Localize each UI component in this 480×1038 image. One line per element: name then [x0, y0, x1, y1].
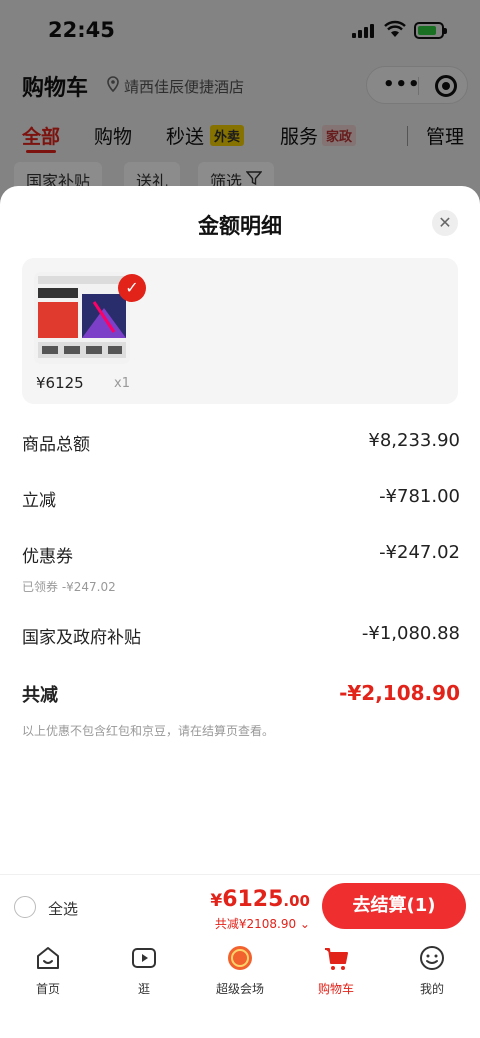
- row-value: -¥781.00: [379, 486, 460, 507]
- row-value: -¥2,108.90: [339, 681, 460, 705]
- row-label: 商品总额: [22, 435, 90, 455]
- tabbar-label: 首页: [35, 982, 60, 996]
- row-label: 国家及政府补贴: [22, 628, 141, 648]
- checkout-button[interactable]: 去结算(1): [322, 883, 466, 929]
- checkout-bar: 全选 ¥6125.00 共减¥2108.90 ⌄ 去结算(1): [0, 874, 480, 936]
- close-icon[interactable]: ✕: [432, 210, 458, 236]
- tv-product-image: [34, 272, 130, 364]
- tabbar-label: 购物车: [317, 982, 354, 996]
- select-all-label[interactable]: 全选: [48, 898, 78, 919]
- tabbar-item-profile[interactable]: 我的: [384, 944, 480, 997]
- product-quantity: x1: [114, 376, 130, 391]
- discount-note: 以上优惠不包含红包和京豆，请在结算页查看。: [22, 724, 275, 738]
- row-label: 立减: [22, 491, 56, 511]
- super-venue-icon: [228, 946, 252, 970]
- profile-icon: [420, 946, 444, 970]
- tabbar-label: 我的: [419, 982, 444, 996]
- row-sub: 已领券 -¥247.02: [22, 580, 116, 594]
- total-price: ¥6125.00: [210, 887, 310, 912]
- product-card: ✓ ¥6125 x1: [22, 258, 458, 404]
- video-icon: [132, 948, 156, 968]
- row-label: 优惠券: [22, 547, 73, 567]
- cart-icon: [325, 948, 348, 970]
- home-icon: [37, 947, 59, 969]
- product-thumbnail[interactable]: [34, 272, 130, 364]
- selected-check-icon: ✓: [118, 274, 146, 302]
- tabbar-label: 逛: [137, 982, 150, 996]
- tabbar-item-home[interactable]: 首页: [0, 944, 96, 997]
- row-label: 共减: [22, 685, 58, 706]
- row-value: ¥8,233.90: [368, 430, 460, 451]
- price-integer: 6125: [222, 887, 284, 912]
- tabbar-item-browse[interactable]: 逛: [96, 944, 192, 997]
- tabbar-item-cart[interactable]: 购物车: [288, 944, 384, 997]
- amount-detail-sheet: 金额明细 ✕ ✓ ¥6125 x1 商品总额 ¥8,233.90 立减 -¥78…: [0, 186, 480, 1038]
- tabbar-item-super-venue[interactable]: 超级会场: [192, 944, 288, 997]
- row-value: -¥1,080.88: [361, 623, 460, 644]
- price-decimal: .00: [283, 892, 310, 910]
- select-all-radio[interactable]: [14, 896, 36, 918]
- product-price: ¥6125: [36, 374, 84, 392]
- row-value: -¥247.02: [379, 542, 460, 563]
- price-currency: ¥: [210, 891, 223, 911]
- total-discount-toggle[interactable]: 共减¥2108.90 ⌄: [215, 915, 310, 932]
- sheet-title: 金额明细: [198, 214, 282, 238]
- bottom-tab-bar: 首页 逛 超级会场 购物车 我的: [0, 936, 480, 1038]
- tabbar-label: 超级会场: [215, 982, 264, 996]
